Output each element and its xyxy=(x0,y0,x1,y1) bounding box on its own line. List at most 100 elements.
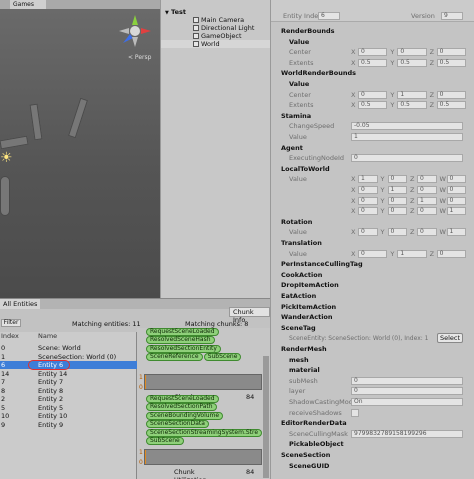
field-value[interactable]: 0 xyxy=(351,387,463,396)
vector-component-field[interactable]: 0 xyxy=(387,207,407,216)
hierarchy-item[interactable]: Main Camera xyxy=(161,16,271,24)
scene-tab[interactable]: Games xyxy=(10,0,46,9)
vector-component-field[interactable]: 0 xyxy=(397,48,427,57)
filter-button[interactable]: Filter xyxy=(1,319,21,327)
vector-component-field[interactable]: 0 xyxy=(436,48,466,57)
field-group-label: SceneGUID xyxy=(289,461,330,470)
vector-component-field[interactable]: 0 xyxy=(358,196,378,205)
vector-component-field[interactable]: 1 xyxy=(446,207,466,216)
vector-component-field[interactable]: 1 xyxy=(397,90,427,99)
version-field[interactable]: 9 xyxy=(441,12,463,20)
entity-row[interactable]: 0 Scene: World xyxy=(0,344,137,352)
entity-row[interactable]: 9 Entity 9 xyxy=(0,421,137,429)
vector-component-field[interactable]: 0 xyxy=(387,175,407,184)
vector-component-field[interactable]: 0.5 xyxy=(358,58,388,67)
light-icon[interactable]: ☀ xyxy=(0,150,13,166)
inspector-row: PickableObject xyxy=(271,439,474,449)
vector-component-field[interactable]: 1 xyxy=(446,228,466,237)
vector-component-field[interactable]: 0 xyxy=(436,90,466,99)
vector-component-field[interactable]: 0.5 xyxy=(397,58,427,67)
scene-viewport[interactable] xyxy=(0,9,160,298)
vector-component-field[interactable]: 0 xyxy=(358,249,388,258)
inspector-header: Entity Index 6 Version 9 xyxy=(271,0,474,22)
receive-shadows-checkbox[interactable] xyxy=(351,408,359,417)
vector-component-field[interactable]: 0 xyxy=(358,90,388,99)
vector-component-field[interactable]: 0 xyxy=(387,196,407,205)
vector-component-field[interactable]: 0.5 xyxy=(436,101,466,110)
select-button[interactable]: Select xyxy=(437,333,463,344)
field-value[interactable]: 0 xyxy=(351,376,463,385)
vector-component-field[interactable]: 1 xyxy=(387,186,407,194)
vector-component-field[interactable]: 0.5 xyxy=(397,101,427,110)
chunk-info-button[interactable]: Chunk Info xyxy=(229,307,270,324)
field-value[interactable]: On xyxy=(351,398,463,406)
axis-label: Y xyxy=(380,207,385,216)
axis-top-value: 1 xyxy=(139,449,143,457)
entity-row[interactable]: 7 Entity 7 xyxy=(0,378,137,386)
entity-list[interactable]: Index Name 0 Scene: World 1 SceneSection: W… xyxy=(0,332,137,479)
column-header-index[interactable]: Index xyxy=(1,332,19,341)
field-value[interactable]: 1 xyxy=(351,133,463,141)
vector-component-field[interactable]: 0 xyxy=(436,249,466,258)
chunk-scrollbar[interactable] xyxy=(263,356,269,478)
vector-component-field[interactable]: 0 xyxy=(417,207,437,216)
component-label: SceneTag xyxy=(281,323,316,332)
hierarchy-item[interactable]: Directional Light xyxy=(161,24,271,32)
entity-row[interactable]: 5 Entity 5 xyxy=(0,404,137,412)
field-label: ExecutingNodeId xyxy=(289,154,345,163)
field-value[interactable]: 0 xyxy=(351,154,463,163)
scene-view[interactable]: Games ☀ < Persp xyxy=(0,0,160,298)
chunk-info-panel: RequestSceneLoaded ResolvedSceneHash Resol… xyxy=(137,328,270,479)
inspector-panel: Entity Index 6 Version 9 RenderBounds Val… xyxy=(270,0,474,479)
vector-component-field[interactable]: 0 xyxy=(417,186,437,194)
entity-row[interactable]: 6 Entity 6 xyxy=(0,360,137,370)
component-tag: SceneSectionData xyxy=(146,420,209,429)
component-label: Translation xyxy=(281,239,322,247)
field-label: Value xyxy=(289,133,307,141)
entity-name: Scene: World xyxy=(38,344,81,352)
orientation-gizmo-icon[interactable] xyxy=(118,14,152,48)
entity-row[interactable]: 8 Entity 8 xyxy=(0,387,137,395)
axis-label: Z xyxy=(429,90,435,99)
inspector-row: Value X 0 Y 1 Z 0 xyxy=(271,249,474,259)
hierarchy-item[interactable]: ▼ Test xyxy=(161,8,271,16)
vector-component-field[interactable]: 0 xyxy=(358,228,378,237)
entity-row[interactable]: 1 SceneSection: World (0) xyxy=(0,353,137,361)
vector-component-field[interactable]: 0 xyxy=(387,228,407,237)
vector-component-field[interactable]: 0 xyxy=(417,228,437,237)
vector-component-field[interactable]: 0 xyxy=(358,207,378,216)
entity-name: Entity 7 xyxy=(38,378,64,386)
vector-component-field[interactable]: 0 xyxy=(446,196,466,205)
entity-index-field[interactable]: 6 xyxy=(318,12,340,20)
axis-top-value: 1 xyxy=(139,374,143,381)
entity-row[interactable]: 14 Entity 14 xyxy=(0,370,137,378)
hierarchy-item[interactable]: GameObject xyxy=(161,32,271,40)
entity-name: Entity 8 xyxy=(38,386,64,395)
field-value[interactable]: 9799832789158199296 xyxy=(351,429,463,438)
axis-label: X xyxy=(351,196,356,205)
axis-label: X xyxy=(351,228,356,237)
vector-component-field[interactable]: 0 xyxy=(417,175,437,184)
vector-component-field[interactable]: 0.5 xyxy=(358,101,388,110)
column-header-name[interactable]: Name xyxy=(38,332,57,341)
vector-component-field[interactable]: 0 xyxy=(358,48,388,57)
hierarchy-item[interactable]: World xyxy=(161,40,271,48)
vector-component-field[interactable]: 0 xyxy=(446,175,466,184)
field-value[interactable]: -0.05 xyxy=(351,122,463,131)
vector-component-field[interactable]: 1 xyxy=(358,175,378,184)
vector-component-field[interactable]: 1 xyxy=(417,196,437,205)
vector-component-field[interactable]: 0 xyxy=(358,186,378,194)
scene-object[interactable] xyxy=(0,176,10,216)
entity-index: 0 xyxy=(1,344,6,352)
persp-label[interactable]: < Persp xyxy=(128,54,151,61)
vector-component-field[interactable]: 0 xyxy=(446,186,466,194)
vector-component-field[interactable]: 1 xyxy=(397,249,427,258)
vector-component-field[interactable]: 0.5 xyxy=(436,58,466,67)
axis-label: Z xyxy=(410,175,415,184)
hierarchy-item-label: World xyxy=(201,40,220,48)
component-tag: SubScene xyxy=(146,437,184,445)
entity-row[interactable]: 10 Entity 10 xyxy=(0,412,137,420)
gameobject-icon xyxy=(193,17,199,23)
tab-all-entities[interactable]: All Entities xyxy=(0,299,41,309)
entity-row[interactable]: 2 Entity 2 xyxy=(0,395,137,403)
